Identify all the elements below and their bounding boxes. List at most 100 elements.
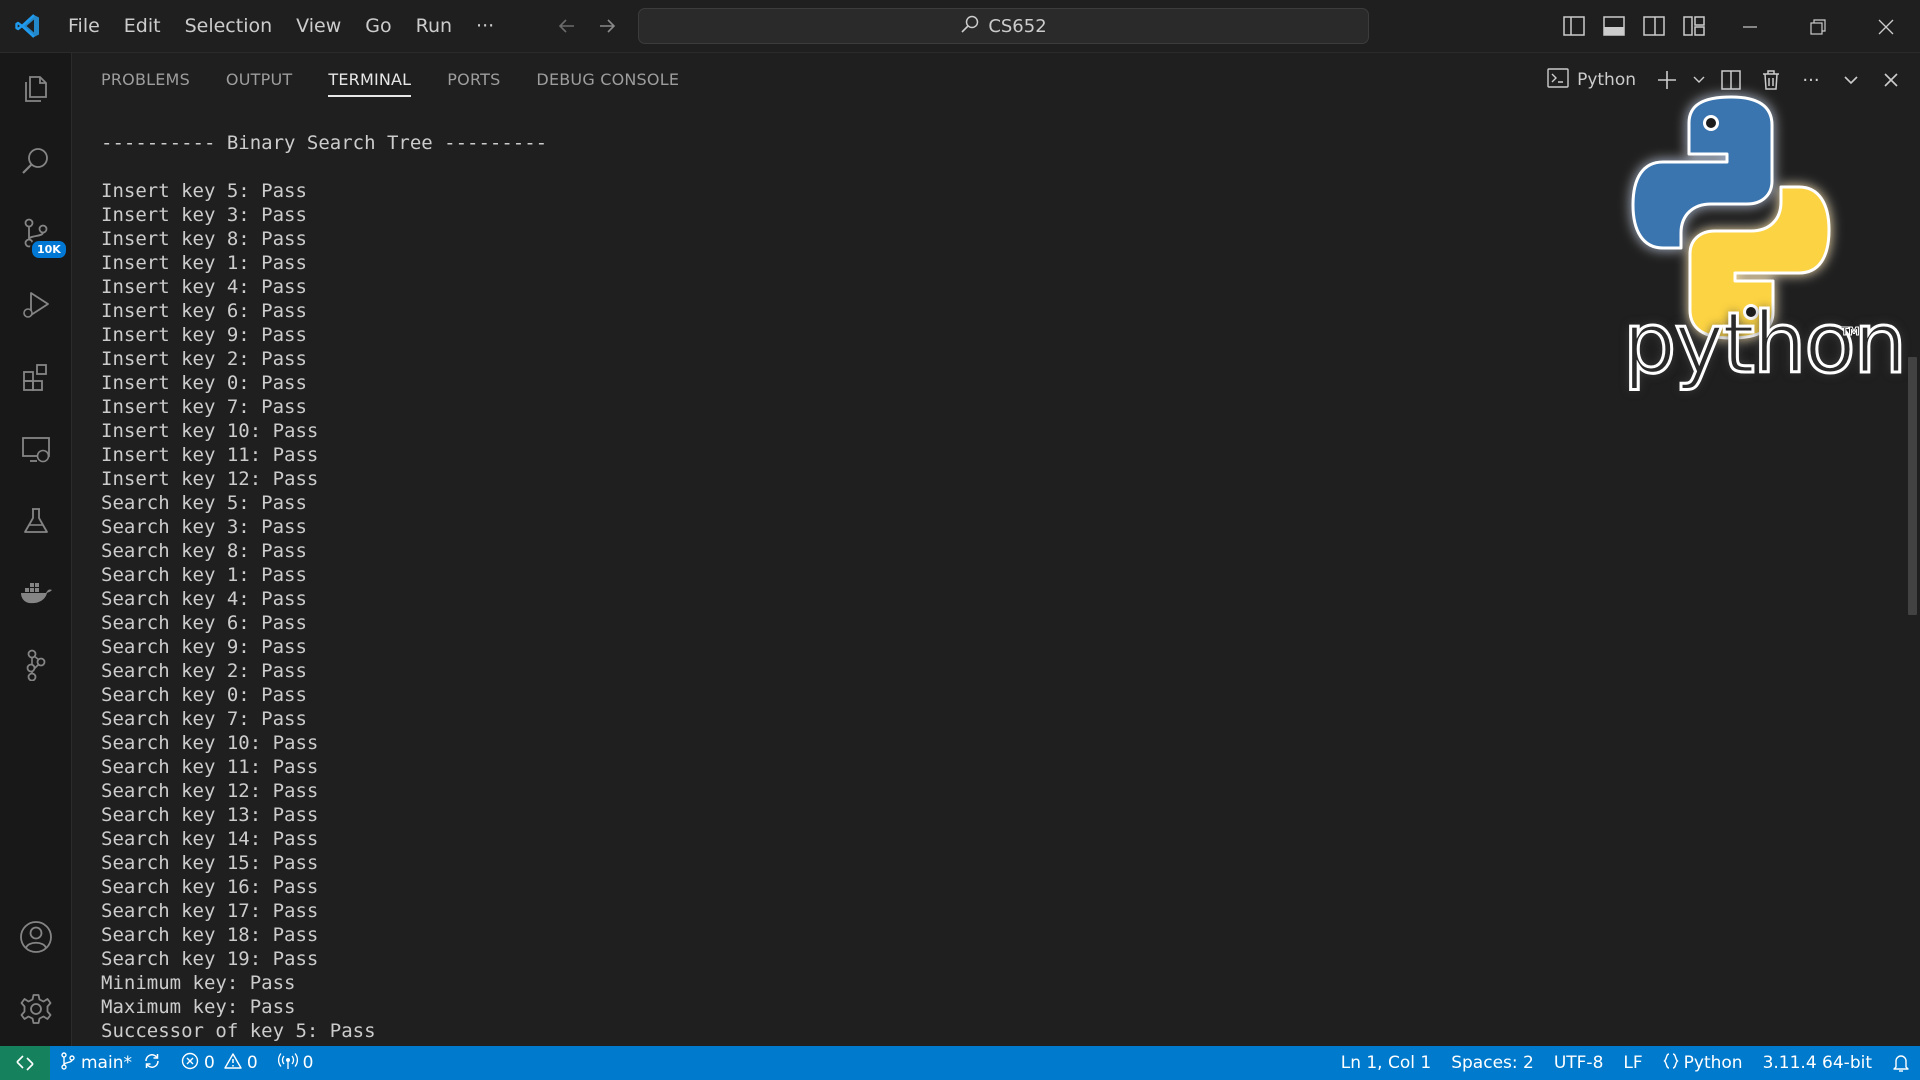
explorer-icon[interactable] xyxy=(0,53,72,125)
status-bar-right: Ln 1, Col 1 Spaces: 2 UTF-8 LF Python 3.… xyxy=(1331,1046,1920,1080)
terminal-line: Search key 2: Pass xyxy=(101,660,307,682)
terminal-scrollbar[interactable] xyxy=(1906,105,1920,1045)
source-control-badge: 10K xyxy=(30,239,68,260)
settings-gear-icon[interactable] xyxy=(0,973,72,1045)
terminal-line: Maximum key: Pass xyxy=(101,996,296,1018)
menu-edit[interactable]: Edit xyxy=(112,8,173,44)
warning-count: 0 xyxy=(246,1053,258,1073)
status-bar: main* 0 0 0 Ln 1, Col 1 Spaces: 2 UTF-8 xyxy=(0,1046,1920,1080)
back-arrow-icon[interactable] xyxy=(552,10,582,42)
toggle-primary-sidebar-icon[interactable] xyxy=(1558,10,1590,42)
terminal-line: Insert key 11: Pass xyxy=(101,444,319,466)
extensions-icon[interactable] xyxy=(0,341,72,413)
search-text: CS652 xyxy=(988,15,1047,37)
forward-arrow-icon[interactable] xyxy=(592,10,622,42)
terminal-line: Insert key 12: Pass xyxy=(101,468,319,490)
remote-explorer-icon[interactable] xyxy=(0,413,72,485)
eol-status[interactable]: LF xyxy=(1613,1046,1652,1080)
branch-name: main* xyxy=(81,1053,132,1073)
layout-controls xyxy=(1558,10,1710,42)
window-controls xyxy=(1716,0,1920,53)
tab-ports[interactable]: PORTS xyxy=(447,53,500,105)
close-window-icon[interactable] xyxy=(1852,0,1920,53)
menu-bar: File Edit Selection View Go Run ··· xyxy=(56,0,506,53)
terminal-line: Insert key 2: Pass xyxy=(101,348,307,370)
navigation-arrows xyxy=(552,10,622,42)
terminal-icon xyxy=(1547,67,1569,93)
testing-icon[interactable] xyxy=(0,485,72,557)
terminal-line: Search key 10: Pass xyxy=(101,732,319,754)
terminal-line: Search key 15: Pass xyxy=(101,852,319,874)
source-control-icon[interactable]: 10K xyxy=(0,197,72,269)
tab-problems[interactable]: PROBLEMS xyxy=(101,53,190,105)
git-branch-icon xyxy=(60,1051,76,1075)
command-center-search[interactable]: CS652 xyxy=(638,8,1369,44)
terminal-line: Insert key 1: Pass xyxy=(101,252,307,274)
ports-status[interactable]: 0 xyxy=(268,1046,324,1080)
scrollbar-thumb[interactable] xyxy=(1908,357,1917,615)
terminal-line: Search key 12: Pass xyxy=(101,780,319,802)
sync-icon[interactable] xyxy=(143,1052,161,1075)
activity-bar: 10K xyxy=(0,53,72,1046)
branch-status[interactable]: main* xyxy=(50,1046,171,1080)
notifications-bell-icon[interactable] xyxy=(1882,1046,1920,1080)
tab-terminal[interactable]: TERMINAL xyxy=(328,53,412,105)
terminal-line: Insert key 3: Pass xyxy=(101,204,307,226)
toggle-secondary-sidebar-icon[interactable] xyxy=(1638,10,1670,42)
braces-icon xyxy=(1663,1052,1679,1075)
customize-layout-icon[interactable] xyxy=(1678,10,1710,42)
restore-icon[interactable] xyxy=(1784,0,1852,53)
terminal-line: Insert key 0: Pass xyxy=(101,372,307,394)
menu-selection[interactable]: Selection xyxy=(173,8,285,44)
run-and-debug-icon[interactable] xyxy=(0,269,72,341)
terminal-line: Search key 19: Pass xyxy=(101,948,319,970)
terminal-line: Insert key 6: Pass xyxy=(101,300,307,322)
terminal-line: Insert key 7: Pass xyxy=(101,396,307,418)
encoding-status[interactable]: UTF-8 xyxy=(1544,1046,1614,1080)
menu-go[interactable]: Go xyxy=(353,8,403,44)
error-icon xyxy=(181,1052,199,1075)
menu-view[interactable]: View xyxy=(284,8,353,44)
python-logo-icon: python TM xyxy=(1581,83,1908,387)
problems-status[interactable]: 0 0 xyxy=(171,1046,268,1080)
terminal-line: Insert key 10: Pass xyxy=(101,420,319,442)
search-view-icon[interactable] xyxy=(0,125,72,197)
language-label: Python xyxy=(1683,1053,1743,1073)
cursor-position[interactable]: Ln 1, Col 1 xyxy=(1331,1046,1442,1080)
error-count: 0 xyxy=(203,1053,215,1073)
panel-tabs: PROBLEMS OUTPUT TERMINAL PORTS DEBUG CON… xyxy=(101,53,679,105)
search-icon xyxy=(960,14,980,39)
tab-debug-console[interactable]: DEBUG CONSOLE xyxy=(536,53,679,105)
toggle-panel-icon[interactable] xyxy=(1598,10,1630,42)
title-bar: File Edit Selection View Go Run ··· CS65… xyxy=(0,0,1920,53)
terminal-line: Successor of key 5: Pass xyxy=(101,1020,376,1041)
minimize-icon[interactable] xyxy=(1716,0,1784,53)
terminal-line: Search key 0: Pass xyxy=(101,684,307,706)
terminal-line: Search key 1: Pass xyxy=(101,564,307,586)
terminal-line: Insert key 9: Pass xyxy=(101,324,307,346)
bottom-panel: PROBLEMS OUTPUT TERMINAL PORTS DEBUG CON… xyxy=(73,53,1920,1046)
remote-indicator-icon[interactable] xyxy=(0,1046,50,1080)
menu-run[interactable]: Run xyxy=(404,8,464,44)
terminal-line: Search key 9: Pass xyxy=(101,636,307,658)
terminal-line: Minimum key: Pass xyxy=(101,972,296,994)
ports-count: 0 xyxy=(302,1053,314,1073)
menu-more[interactable]: ··· xyxy=(464,8,506,44)
broadcast-icon xyxy=(277,1052,298,1075)
accounts-icon[interactable] xyxy=(0,901,72,973)
tab-output[interactable]: OUTPUT xyxy=(226,53,292,105)
terminal-output[interactable]: ---------- Binary Search Tree --------- … xyxy=(101,131,1601,1041)
docker-icon[interactable] xyxy=(0,557,72,629)
git-graph-icon[interactable] xyxy=(0,629,72,701)
language-mode[interactable]: Python xyxy=(1653,1046,1753,1080)
terminal-line: Insert key 4: Pass xyxy=(101,276,307,298)
terminal-line: Search key 11: Pass xyxy=(101,756,319,778)
terminal-line: Insert key 8: Pass xyxy=(101,228,307,250)
indentation-status[interactable]: Spaces: 2 xyxy=(1441,1046,1544,1080)
terminal-line: Search key 14: Pass xyxy=(101,828,319,850)
python-interpreter[interactable]: 3.11.4 64-bit xyxy=(1753,1046,1882,1080)
terminal-header-line: ---------- Binary Search Tree --------- xyxy=(101,132,548,154)
menu-file[interactable]: File xyxy=(56,8,112,44)
terminal-line: Search key 18: Pass xyxy=(101,924,319,946)
